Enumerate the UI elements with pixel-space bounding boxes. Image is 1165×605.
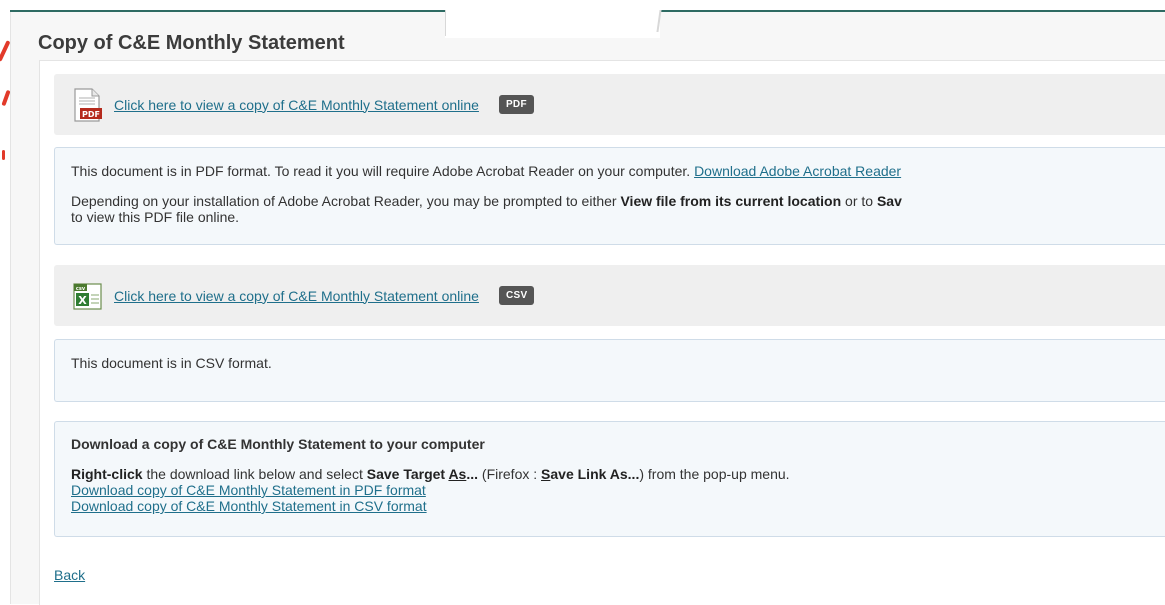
download-instructions: Right-click the download link below and … <box>71 466 790 482</box>
csv-file-icon: csv X <box>70 279 104 313</box>
back-link[interactable]: Back <box>54 567 85 583</box>
download-section: Download a copy of C&E Monthly Statement… <box>54 421 1165 537</box>
csv-link-row: csv X Click here to view a copy of C&E M… <box>54 265 1165 326</box>
download-heading: Download a copy of C&E Monthly Statement… <box>71 436 485 452</box>
page-title: Copy of C&E Monthly Statement <box>38 32 345 54</box>
view-csv-online-link[interactable]: Click here to view a copy of C&E Monthly… <box>114 288 479 304</box>
download-acrobat-link[interactable]: Download Adobe Acrobat Reader <box>694 163 901 179</box>
pdf-info-line2: Depending on your installation of Adobe … <box>71 193 902 209</box>
csv-info-line1: This document is in CSV format. <box>71 355 272 371</box>
svg-text:PDF: PDF <box>82 110 100 119</box>
pdf-info-line1: This document is in PDF format. To read … <box>71 163 902 179</box>
header-tab[interactable] <box>445 10 662 38</box>
pdf-file-icon: PDF <box>70 87 104 122</box>
download-pdf-link[interactable]: Download copy of C&E Monthly Statement i… <box>71 482 426 498</box>
statement-panel: PDF Click here to view a copy of C&E Mon… <box>39 60 1165 605</box>
download-csv-link[interactable]: Download copy of C&E Monthly Statement i… <box>71 498 427 514</box>
view-pdf-online-link[interactable]: Click here to view a copy of C&E Monthly… <box>114 97 479 113</box>
red-brush-decoration <box>0 0 11 604</box>
content-area: Copy of C&E Monthly Statement PDF Click <box>10 12 1165 605</box>
svg-text:csv: csv <box>76 286 86 292</box>
pdf-info-line3: to view this PDF file online. <box>71 209 240 225</box>
csv-badge: CSV <box>498 286 535 305</box>
svg-text:X: X <box>78 294 87 307</box>
csv-info-box: This document is in CSV format. <box>54 339 1165 402</box>
pdf-link-row: PDF Click here to view a copy of C&E Mon… <box>54 74 1165 135</box>
pdf-badge: PDF <box>498 95 534 114</box>
pdf-info-box: This document is in PDF format. To read … <box>54 147 1165 245</box>
